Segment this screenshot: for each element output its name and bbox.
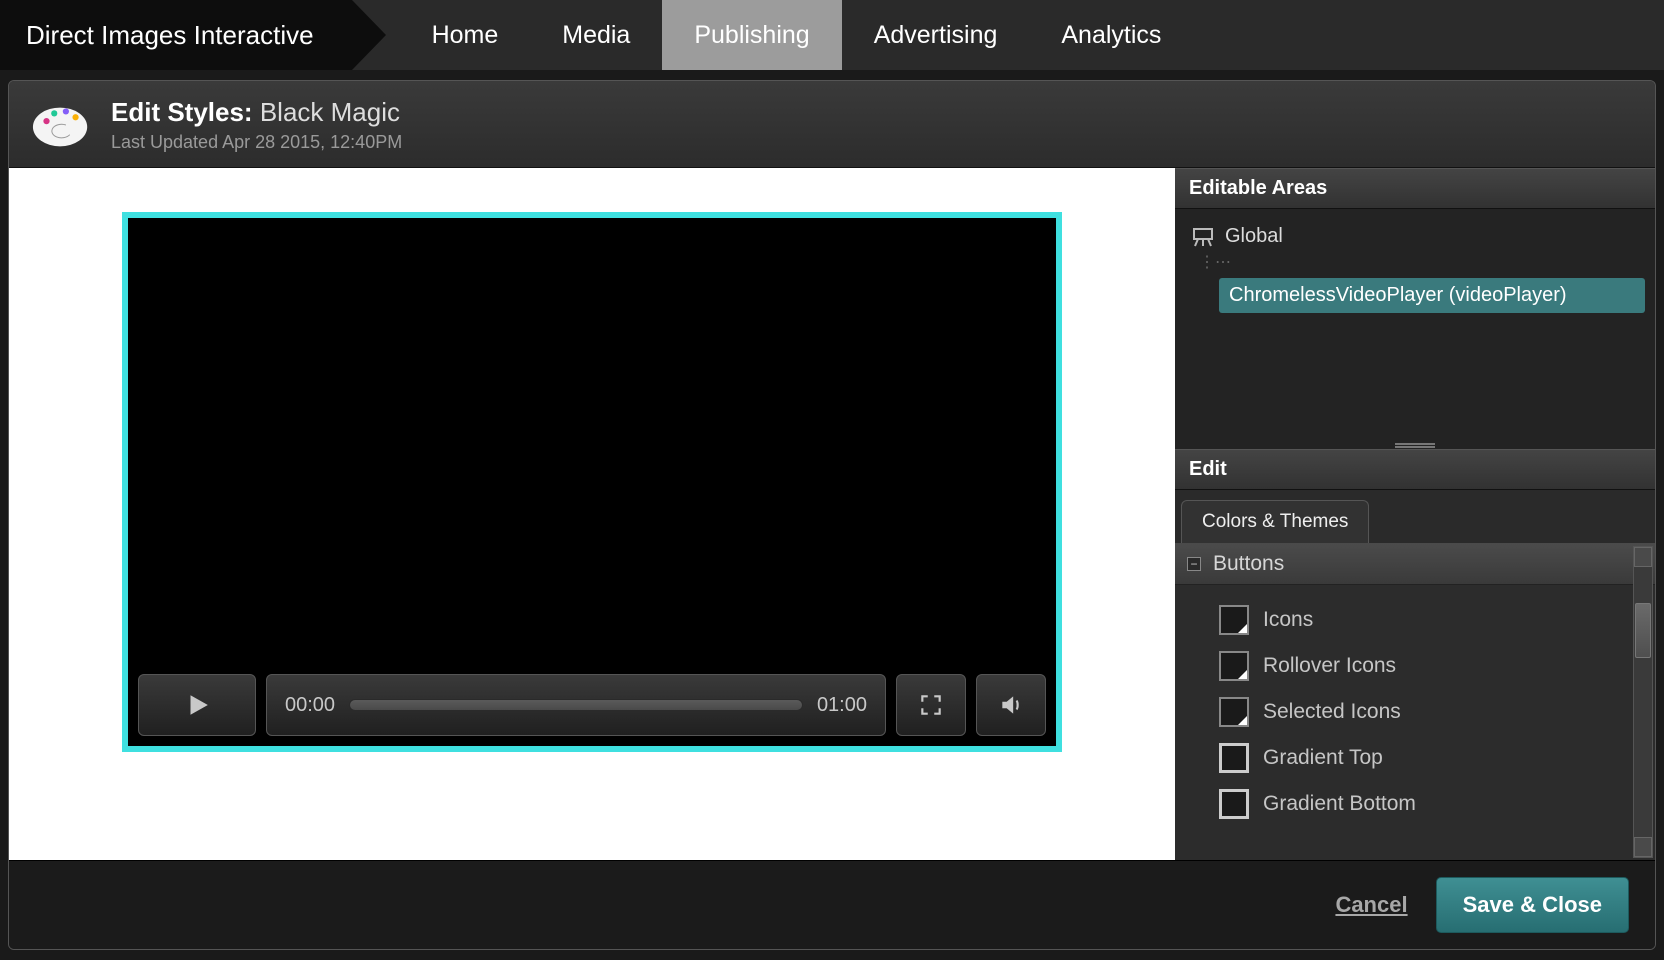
nav-tab-label: Publishing <box>694 21 809 50</box>
palette-icon <box>31 101 93 149</box>
scroll-thumb[interactable] <box>1635 603 1651 658</box>
properties-area: − Buttons Icons Rollover Icons Selected … <box>1175 544 1655 860</box>
tree-item-global[interactable]: Global <box>1185 221 1645 252</box>
play-button[interactable] <box>138 674 256 736</box>
modal-footer: Cancel Save & Close <box>9 860 1655 949</box>
group-buttons-header[interactable]: − Buttons <box>1175 544 1655 585</box>
save-label: Save & Close <box>1463 892 1602 917</box>
right-pane: Editable Areas Global ⋮⋯ ChromelessVideo… <box>1175 168 1655 860</box>
modal-body: 00:00 01:00 <box>9 168 1655 860</box>
tree-item-videoplayer[interactable]: ChromelessVideoPlayer (videoPlayer) <box>1219 278 1645 313</box>
nav-tab-label: Media <box>562 21 630 50</box>
tree-item-label: ChromelessVideoPlayer (videoPlayer) <box>1229 284 1567 307</box>
nav-tab-publishing[interactable]: Publishing <box>662 0 841 70</box>
prop-gradient-top[interactable]: Gradient Top <box>1219 735 1655 781</box>
fullscreen-button[interactable] <box>896 674 966 736</box>
modal-header: Edit Styles: Black Magic Last Updated Ap… <box>9 81 1655 168</box>
editable-areas-header: Editable Areas <box>1175 168 1655 209</box>
tab-label: Colors & Themes <box>1202 511 1348 532</box>
tree-item-label: Global <box>1225 225 1283 248</box>
brand-text: Direct Images Interactive <box>26 20 314 51</box>
properties-scrollbar[interactable] <box>1633 546 1653 858</box>
editable-areas-tree: Global ⋮⋯ ChromelessVideoPlayer (videoPl… <box>1175 209 1655 439</box>
nav-tab-advertising[interactable]: Advertising <box>842 0 1030 70</box>
nav-tab-analytics[interactable]: Analytics <box>1029 0 1193 70</box>
panel-resize-grip[interactable] <box>1175 439 1655 449</box>
color-swatch[interactable] <box>1219 789 1249 819</box>
play-icon <box>184 692 210 718</box>
prop-label: Selected Icons <box>1263 700 1401 724</box>
prop-icons[interactable]: Icons <box>1219 597 1655 643</box>
time-total: 01:00 <box>817 694 867 717</box>
prop-selected-icons[interactable]: Selected Icons <box>1219 689 1655 735</box>
property-list: Icons Rollover Icons Selected Icons Grad… <box>1175 585 1655 827</box>
nav-tab-media[interactable]: Media <box>530 0 662 70</box>
easel-icon <box>1191 227 1215 247</box>
prop-label: Gradient Top <box>1263 746 1383 770</box>
group-label: Buttons <box>1213 552 1284 576</box>
save-close-button[interactable]: Save & Close <box>1436 877 1629 933</box>
color-swatch[interactable] <box>1219 605 1249 635</box>
color-swatch[interactable] <box>1219 697 1249 727</box>
prop-label: Rollover Icons <box>1263 654 1396 678</box>
modal-title: Edit Styles: Black Magic <box>111 97 402 128</box>
prop-label: Icons <box>1263 608 1313 632</box>
progress-track[interactable] <box>349 699 803 711</box>
scroll-down-arrow[interactable] <box>1634 837 1652 857</box>
collapse-icon[interactable]: − <box>1187 557 1201 571</box>
player-controls: 00:00 01:00 <box>138 674 1046 736</box>
color-swatch[interactable] <box>1219 651 1249 681</box>
last-updated: Last Updated Apr 28 2015, 12:40PM <box>111 132 402 153</box>
prop-gradient-bottom[interactable]: Gradient Bottom <box>1219 781 1655 827</box>
edit-panel-header: Edit <box>1175 449 1655 490</box>
brand-label: Direct Images Interactive <box>0 0 352 70</box>
nav-tab-label: Advertising <box>874 21 998 50</box>
editable-areas-heading: Editable Areas <box>1189 177 1327 199</box>
video-player-preview: 00:00 01:00 <box>122 212 1062 752</box>
prop-rollover-icons[interactable]: Rollover Icons <box>1219 643 1655 689</box>
volume-icon <box>998 692 1024 718</box>
video-canvas <box>138 228 1046 666</box>
cancel-button[interactable]: Cancel <box>1335 892 1407 918</box>
title-prefix: Edit Styles: <box>111 97 253 127</box>
nav-tab-label: Home <box>432 21 499 50</box>
edit-tab-strip: Colors & Themes <box>1175 490 1655 544</box>
edit-heading: Edit <box>1189 458 1227 480</box>
tab-colors-themes[interactable]: Colors & Themes <box>1181 500 1369 543</box>
style-name: Black Magic <box>260 97 400 127</box>
prop-label: Gradient Bottom <box>1263 792 1416 816</box>
edit-styles-modal: Edit Styles: Black Magic Last Updated Ap… <box>8 80 1656 950</box>
nav-tab-label: Analytics <box>1061 21 1161 50</box>
volume-button[interactable] <box>976 674 1046 736</box>
nav-tab-home[interactable]: Home <box>400 0 531 70</box>
fullscreen-icon <box>918 692 944 718</box>
top-nav: Direct Images Interactive Home Media Pub… <box>0 0 1664 70</box>
time-current: 00:00 <box>285 694 335 717</box>
nav-tabs: Home Media Publishing Advertising Analyt… <box>400 0 1194 70</box>
color-swatch[interactable] <box>1219 743 1249 773</box>
timeline[interactable]: 00:00 01:00 <box>266 674 886 736</box>
scroll-up-arrow[interactable] <box>1634 547 1652 567</box>
tree-connector: ⋮⋯ <box>1199 252 1231 272</box>
modal-title-block: Edit Styles: Black Magic Last Updated Ap… <box>111 97 402 153</box>
preview-area: 00:00 01:00 <box>9 168 1175 860</box>
